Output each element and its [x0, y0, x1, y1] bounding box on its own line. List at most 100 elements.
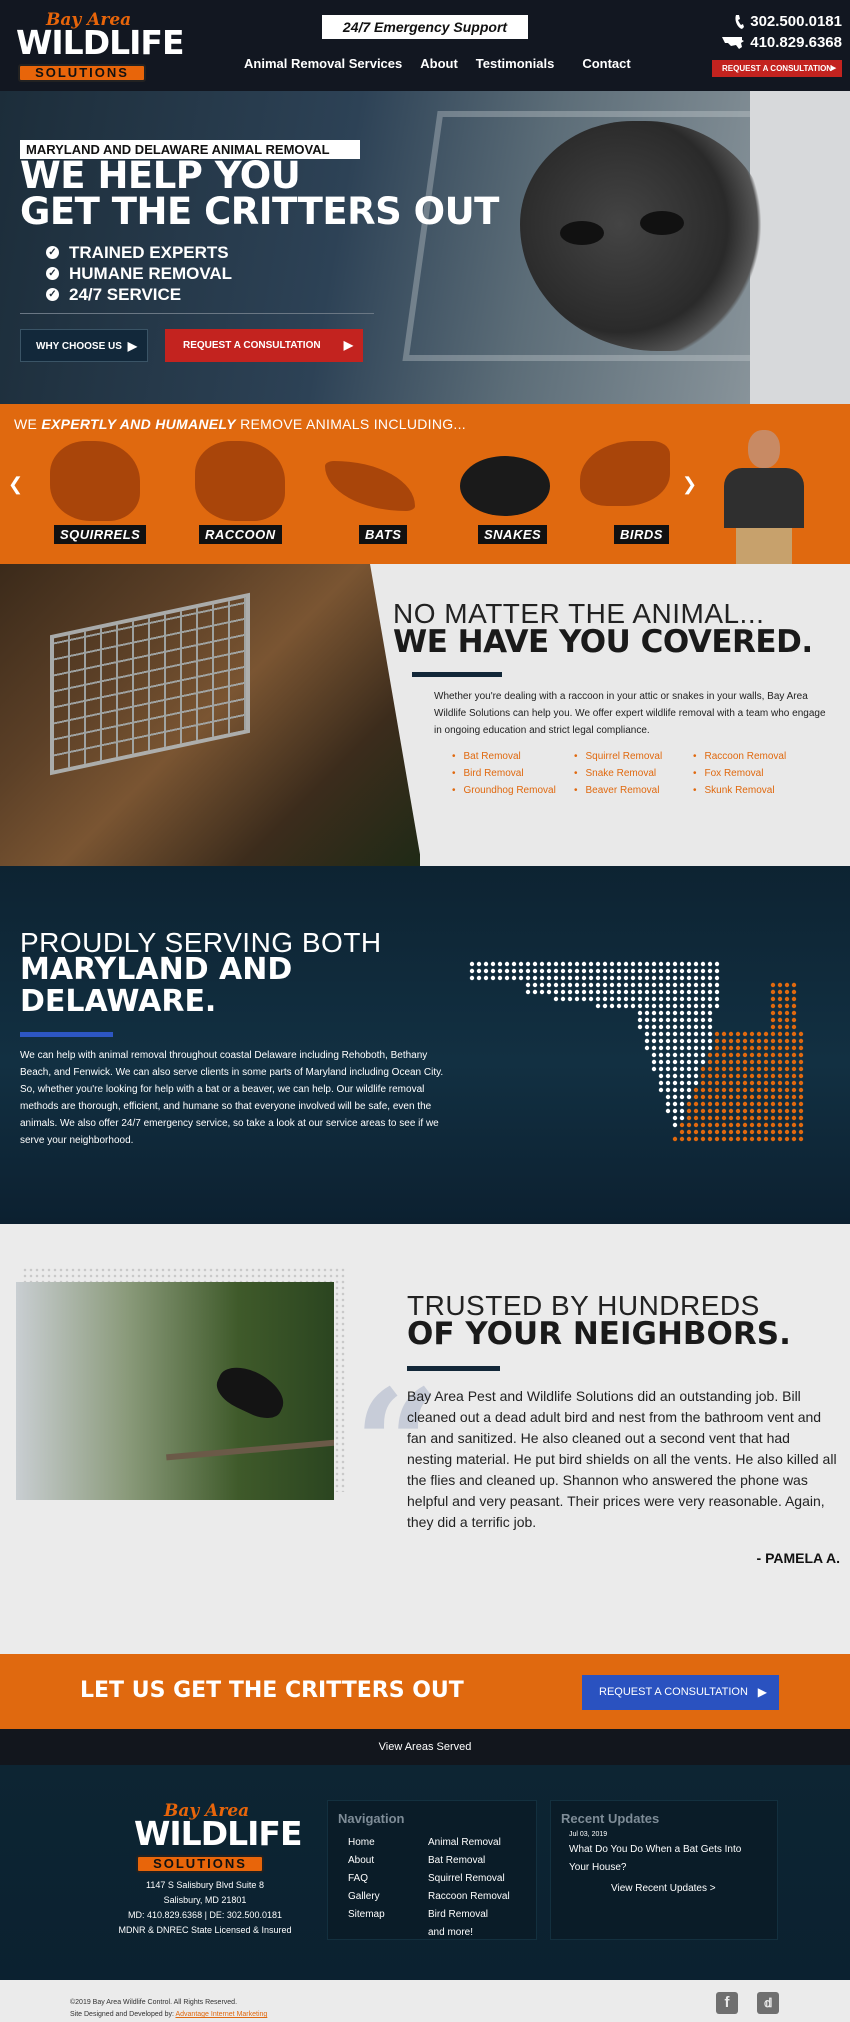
map-dot [756, 1073, 762, 1079]
service-link[interactable]: Groundhog Removal [452, 782, 556, 799]
slider-next-icon[interactable]: ❯ [682, 474, 697, 495]
developer-link[interactable]: Advantage Internet Marketing [175, 2011, 267, 2018]
animal-card-birds[interactable]: BIRDS [570, 436, 680, 546]
phone-maryland[interactable]: 410.829.6368 [722, 34, 842, 51]
map-dot [539, 961, 545, 967]
why-choose-us-button[interactable]: WHY CHOOSE US ▶ [20, 329, 148, 362]
logo-bottom-text: SOLUTIONS [136, 1855, 264, 1873]
testimonial-quote: Bay Area Pest and Wildlife Solutions did… [407, 1388, 837, 1530]
phone-delaware[interactable]: 302.500.0181 [734, 13, 842, 30]
nav-about[interactable]: About [420, 56, 458, 71]
service-link[interactable]: Snake Removal [574, 765, 662, 782]
service-link[interactable]: Squirrel Removal [574, 748, 663, 765]
map-dot [644, 975, 650, 981]
map-dot [763, 1101, 769, 1107]
map-dot [665, 1101, 671, 1107]
animal-card-raccoon[interactable]: RACCOON [185, 436, 295, 546]
service-link[interactable]: Bird Removal [452, 765, 556, 782]
view-areas-served-link[interactable]: View Areas Served [0, 1729, 850, 1765]
map-dot [770, 1066, 776, 1072]
map-dot [721, 1038, 727, 1044]
animal-card-bats[interactable]: BATS [315, 436, 425, 546]
map-dot [714, 1052, 720, 1058]
map-dot [672, 1024, 678, 1030]
map-dot [665, 968, 671, 974]
animals-title-post: REMOVE ANIMALS INCLUDING... [235, 416, 467, 432]
map-dot [679, 1017, 685, 1023]
map-dot [588, 961, 594, 967]
cta-request-consultation-button[interactable]: REQUEST A CONSULTATION ▶ [582, 1675, 779, 1710]
map-dot [623, 968, 629, 974]
animal-label: BATS [359, 525, 408, 544]
raccoon-silhouette-image [195, 441, 285, 521]
nav-animal-removal-services[interactable]: Animal Removal Services [244, 56, 402, 71]
map-dot [735, 1101, 741, 1107]
view-recent-updates-link[interactable]: View Recent Updates > [611, 1883, 716, 1894]
map-dot [791, 1073, 797, 1079]
header-request-label: REQUEST A CONSULTATION [722, 64, 833, 73]
serving-accent-bar [20, 1032, 113, 1037]
map-dot [693, 1010, 699, 1016]
map-dot [490, 961, 496, 967]
map-dot [560, 968, 566, 974]
map-dot [686, 1052, 692, 1058]
footer-nav-link[interactable]: Gallery [348, 1888, 385, 1906]
footer-nav-link[interactable]: Home [348, 1834, 385, 1852]
footer-nav-link[interactable]: Bat Removal [428, 1852, 510, 1870]
map-dot [749, 1115, 755, 1121]
update-post-link[interactable]: What Do You Do When a Bat Gets Into Your… [569, 1841, 759, 1877]
footer-nav-link[interactable]: About [348, 1852, 385, 1870]
map-dot [476, 975, 482, 981]
footer-phones[interactable]: MD: 410.829.6368 | DE: 302.500.0181 [100, 1908, 310, 1923]
slider-prev-icon[interactable]: ❮ [8, 474, 23, 495]
map-dot [672, 1031, 678, 1037]
footer-nav-link[interactable]: Squirrel Removal [428, 1870, 510, 1888]
map-dot [630, 989, 636, 995]
facebook-icon[interactable]: f [716, 1992, 738, 2014]
map-dot [574, 968, 580, 974]
map-dot [700, 1010, 706, 1016]
footer-nav-link[interactable]: and more! [428, 1924, 510, 1942]
map-dot [672, 975, 678, 981]
footer-nav-link[interactable]: Animal Removal [428, 1834, 510, 1852]
map-dot [798, 1080, 804, 1086]
service-link[interactable]: Fox Removal [693, 765, 786, 782]
map-dot [672, 1003, 678, 1009]
map-dot [784, 1129, 790, 1135]
service-link[interactable]: Skunk Removal [693, 782, 786, 799]
nav-testimonials[interactable]: Testimonials [476, 56, 555, 71]
animal-card-snakes[interactable]: SNAKES [450, 436, 560, 546]
map-dot [616, 996, 622, 1002]
map-dot [756, 1129, 762, 1135]
animal-card-squirrels[interactable]: SQUIRRELS [40, 436, 150, 546]
service-link[interactable]: Beaver Removal [574, 782, 662, 799]
map-dot [686, 1080, 692, 1086]
map-dot [784, 982, 790, 988]
map-dot [756, 1136, 762, 1142]
nav-contact[interactable]: Contact [582, 56, 630, 71]
hero-request-consultation-button[interactable]: REQUEST A CONSULTATION ▶ [165, 329, 363, 362]
map-dot [756, 1122, 762, 1128]
map-dot [686, 996, 692, 1002]
service-link[interactable]: Raccoon Removal [693, 748, 787, 765]
footer-nav-link[interactable]: FAQ [348, 1870, 385, 1888]
map-dot [546, 961, 552, 967]
map-dot [651, 961, 657, 967]
map-dot [665, 1087, 671, 1093]
site-logo[interactable]: Bay Area WILDLIFE SOLUTIONS [16, 10, 184, 84]
map-dot [595, 982, 601, 988]
footer-nav-link[interactable]: Raccoon Removal [428, 1888, 510, 1906]
map-dot [672, 1108, 678, 1114]
map-dot [658, 1059, 664, 1065]
map-dot [777, 1108, 783, 1114]
footer-logo[interactable]: Bay Area WILDLIFE SOLUTIONS [134, 1801, 302, 1875]
footer-nav-link[interactable]: Bird Removal [428, 1906, 510, 1924]
map-dot [784, 1031, 790, 1037]
map-dot [707, 1094, 713, 1100]
twitter-icon[interactable]: 𝕕 [757, 1992, 779, 2014]
service-link[interactable]: Bat Removal [452, 748, 556, 765]
squirrel-image [50, 441, 140, 521]
footer-nav-link[interactable]: Sitemap [348, 1906, 385, 1924]
header-request-consultation-button[interactable]: REQUEST A CONSULTATION ▶ [712, 60, 842, 77]
map-dot [700, 1136, 706, 1142]
